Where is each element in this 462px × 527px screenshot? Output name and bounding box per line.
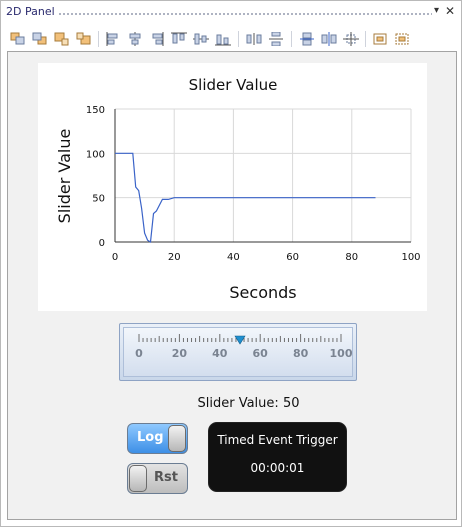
align-top-icon[interactable] <box>171 32 187 46</box>
slider-thumb[interactable] <box>234 335 246 345</box>
x-tick-label: 100 <box>401 252 420 263</box>
close-icon[interactable]: ✕ <box>445 4 455 18</box>
align-right-icon[interactable] <box>149 32 165 46</box>
align-center-icon[interactable] <box>127 32 143 46</box>
toolbar-separator <box>238 31 239 47</box>
slider-track-area[interactable]: 0 20 40 60 80 100 <box>123 327 353 377</box>
reset-toggle-button[interactable]: Rst <box>127 463 188 494</box>
reset-label: Rst <box>154 470 178 485</box>
timed-event-trigger[interactable]: Timed Event Trigger 00:00:01 <box>208 422 347 492</box>
ungroup-icon[interactable] <box>394 32 410 46</box>
dropdown-icon[interactable]: ▾ <box>434 5 439 16</box>
group-icon[interactable] <box>372 32 388 46</box>
log-label: Log <box>137 430 164 445</box>
same-height-icon[interactable] <box>321 32 337 46</box>
slider-tick-label: 80 <box>293 347 309 360</box>
value-slider[interactable]: 0 20 40 60 80 100 <box>119 323 357 381</box>
align-left-icon[interactable] <box>105 32 121 46</box>
align-bottom-icon[interactable] <box>215 32 231 46</box>
slider-value-readout: Slider Value: 50 <box>181 396 316 411</box>
y-tick-label: 150 <box>86 105 105 116</box>
toolbar-separator <box>98 31 99 47</box>
log-toggle-button[interactable]: Log <box>127 423 188 454</box>
y-tick-label: 0 <box>99 238 105 249</box>
x-tick-label: 20 <box>168 252 181 263</box>
toolbar-separator <box>365 31 366 47</box>
x-tick-label: 60 <box>286 252 299 263</box>
panel-title: 2D Panel <box>6 5 55 18</box>
bring-forward-icon[interactable] <box>54 32 70 46</box>
slider-tick-label: 20 <box>172 347 188 360</box>
bring-to-front-icon[interactable] <box>10 32 26 46</box>
panel-window: 2D Panel ▾ ✕ 0 50 100 150 0 20 40 60 80 100 <box>0 0 462 527</box>
slider-tick-label: 60 <box>253 347 269 360</box>
same-size-icon[interactable] <box>343 32 359 46</box>
drag-grip[interactable] <box>58 12 432 16</box>
log-toggle-knob <box>168 425 186 452</box>
x-tick-label: 0 <box>112 252 118 263</box>
chart-svg: 0 50 100 150 0 20 40 60 80 100 Slider Value Secon… <box>55 76 421 302</box>
align-middle-icon[interactable] <box>193 32 209 46</box>
y-tick-label: 100 <box>86 149 105 160</box>
slider-value-number: 50 <box>282 396 300 411</box>
slider-scale: 0 20 40 60 80 100 <box>135 334 353 360</box>
send-backward-icon[interactable] <box>76 32 92 46</box>
slider-tick-label: 40 <box>212 347 228 360</box>
distribute-horizontal-icon[interactable] <box>246 32 262 46</box>
y-axis-label: Slider Value <box>55 129 74 224</box>
x-tick-label: 80 <box>345 252 358 263</box>
toolbar-separator <box>291 31 292 47</box>
send-to-back-icon[interactable] <box>32 32 48 46</box>
toolbar <box>1 25 461 51</box>
same-width-icon[interactable] <box>299 32 315 46</box>
slider-value-prefix: Slider Value: <box>197 396 279 411</box>
y-tick-label: 50 <box>92 194 105 205</box>
x-tick-label: 40 <box>227 252 240 263</box>
title-bar[interactable]: 2D Panel ▾ ✕ <box>1 1 461 25</box>
slider-tick-label: 0 <box>135 347 143 360</box>
reset-toggle-knob <box>129 465 147 492</box>
slider-value-chart: 0 50 100 150 0 20 40 60 80 100 Slider Value Secon… <box>38 63 427 311</box>
distribute-vertical-icon[interactable] <box>268 32 284 46</box>
slider-tick-label: 100 <box>330 347 352 360</box>
timer-title: Timed Event Trigger <box>217 433 338 447</box>
chart-title: Slider Value <box>189 76 278 94</box>
timer-time: 00:00:01 <box>250 461 305 475</box>
x-axis-label: Seconds <box>229 283 296 302</box>
